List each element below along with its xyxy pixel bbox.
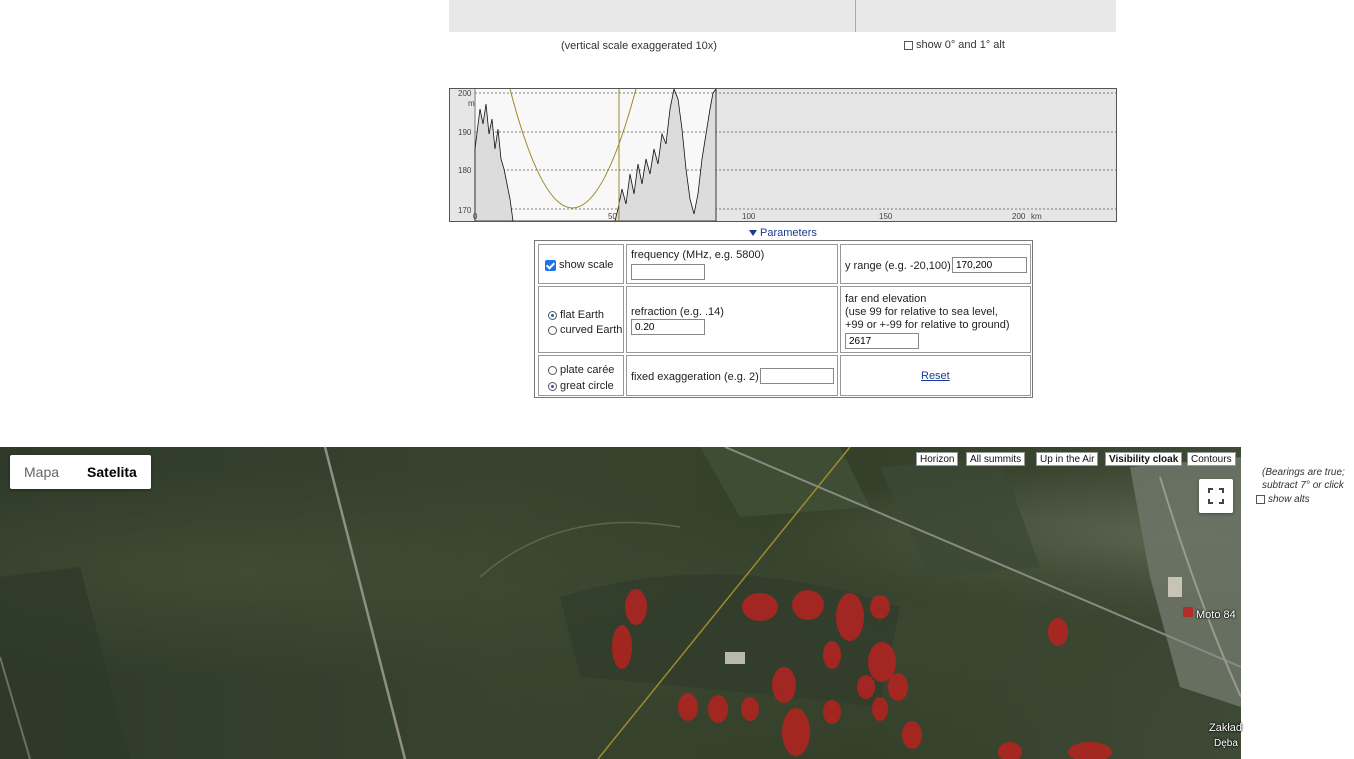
exaggeration-cell: fixed exaggeration (e.g. 2) xyxy=(626,355,838,396)
x-tick-100: 100 xyxy=(742,212,756,221)
curved-earth-label: curved Earth xyxy=(560,324,623,336)
far-end-help-2: +99 or +-99 for relative to ground) xyxy=(845,319,1010,331)
far-end-input[interactable] xyxy=(845,333,919,349)
y-unit: m xyxy=(468,99,475,108)
x-tick-0: 0 xyxy=(473,212,478,221)
bearing-note-line-1: (Bearings are true; xyxy=(1262,467,1345,478)
curved-earth-radio[interactable]: curved Earth xyxy=(548,324,622,336)
contours-button[interactable]: Contours xyxy=(1187,452,1236,466)
map-label-deba: Dęba xyxy=(1214,738,1238,749)
radio-selected-icon[interactable] xyxy=(548,310,557,320)
top-profile-panel xyxy=(449,0,1116,32)
x-unit: km xyxy=(1031,212,1042,221)
forest-patch xyxy=(0,567,130,759)
reset-cell: Reset xyxy=(840,355,1031,396)
x-tick-50: 50 xyxy=(608,212,617,221)
bearing-note: (Bearings are true; subtract 7° or click xyxy=(1262,466,1354,492)
check-icon[interactable] xyxy=(545,259,556,271)
show-alts-checkbox[interactable]: show alts xyxy=(1256,494,1310,505)
field-patch-2 xyxy=(880,457,1040,577)
show-alts-label: show alts xyxy=(1268,494,1310,505)
up-in-the-air-button[interactable]: Up in the Air xyxy=(1036,452,1099,466)
map-label-moto: Moto 84 xyxy=(1196,609,1236,621)
exaggeration-label: fixed exaggeration (e.g. 2) xyxy=(631,371,759,383)
track xyxy=(479,521,681,578)
building-roof xyxy=(1183,607,1193,617)
frequency-cell: frequency (MHz, e.g. 5800) xyxy=(626,244,838,284)
parameters-toggle-label: Parameters xyxy=(760,227,817,239)
plate-caree-label: plate carée xyxy=(560,364,615,376)
horizon-button[interactable]: Horizon xyxy=(916,452,959,466)
earth-model-cell: flat Earth curved Earth xyxy=(538,286,624,353)
map-type-satellite-button[interactable]: Satelita xyxy=(73,455,151,489)
map-label-zaklad: Zakład xyxy=(1209,722,1243,734)
y-tick-190: 190 xyxy=(458,128,472,137)
satellite-map[interactable] xyxy=(0,447,1241,759)
exaggeration-input[interactable] xyxy=(760,368,834,384)
map-type-map-button[interactable]: Mapa xyxy=(10,455,73,489)
show-alt-label: show 0° and 1° alt xyxy=(916,39,1005,51)
y-range-cell: y range (e.g. -20,100) xyxy=(840,244,1031,284)
y-tick-200: 200 xyxy=(458,89,472,98)
x-tick-200: 200 xyxy=(1012,212,1026,221)
show-scale-cell: show scale xyxy=(538,244,624,284)
map-type-control: Mapa Satelita xyxy=(10,455,151,489)
radio-icon[interactable] xyxy=(548,325,557,335)
show-alt-box[interactable] xyxy=(904,40,913,50)
great-circle-radio[interactable]: great circle xyxy=(548,380,614,392)
flat-earth-radio[interactable]: flat Earth xyxy=(548,309,604,321)
refraction-input[interactable] xyxy=(631,319,705,335)
show-alt-checkbox[interactable]: show 0° and 1° alt xyxy=(904,39,1005,51)
radio-icon[interactable] xyxy=(548,365,557,375)
fullscreen-icon xyxy=(1208,488,1224,504)
plate-caree-radio[interactable]: plate carée xyxy=(548,364,614,376)
building-2 xyxy=(1168,577,1182,597)
top-profile-marker xyxy=(855,0,856,32)
elevation-profile-chart: 200 m 190 180 170 0 50 100 150 200 km xyxy=(449,88,1117,222)
building xyxy=(725,652,745,664)
far-end-cell: far end elevation (use 99 for relative t… xyxy=(840,286,1031,353)
flat-earth-label: flat Earth xyxy=(560,309,605,321)
bearing-note-line-2: subtract 7° or click xyxy=(1262,480,1344,491)
show-scale-label: show scale xyxy=(559,259,614,271)
show-scale-checkbox[interactable]: show scale xyxy=(545,259,613,271)
triangle-down-icon xyxy=(749,230,757,236)
y-tick-170: 170 xyxy=(458,206,472,215)
reset-link[interactable]: Reset xyxy=(921,370,950,382)
all-summits-button[interactable]: All summits xyxy=(966,452,1026,466)
visibility-cloak-button[interactable]: Visibility cloak xyxy=(1105,452,1183,466)
y-range-input[interactable] xyxy=(952,257,1027,273)
road-1 xyxy=(323,447,407,759)
refraction-cell: refraction (e.g. .14) xyxy=(626,286,838,353)
frequency-label: frequency (MHz, e.g. 5800) xyxy=(631,249,765,261)
far-end-help-1: (use 99 for relative to sea level, xyxy=(845,306,998,318)
x-tick-150: 150 xyxy=(879,212,893,221)
far-end-label: far end elevation xyxy=(845,293,927,305)
vertical-scale-note: (vertical scale exaggerated 10x) xyxy=(561,40,717,52)
projection-cell: plate carée great circle xyxy=(538,355,624,396)
parameters-table: show scale frequency (MHz, e.g. 5800) y … xyxy=(534,240,1033,398)
field-patch xyxy=(700,447,870,517)
fullscreen-button[interactable] xyxy=(1199,479,1233,513)
parameters-toggle[interactable]: Parameters xyxy=(749,227,817,239)
great-circle-label: great circle xyxy=(560,380,614,392)
show-alts-box[interactable] xyxy=(1256,495,1265,504)
y-tick-180: 180 xyxy=(458,166,472,175)
refraction-label: refraction (e.g. .14) xyxy=(631,306,724,318)
radio-selected-icon[interactable] xyxy=(548,381,557,391)
y-range-label: y range (e.g. -20,100) xyxy=(845,260,951,272)
frequency-input[interactable] xyxy=(631,264,705,280)
